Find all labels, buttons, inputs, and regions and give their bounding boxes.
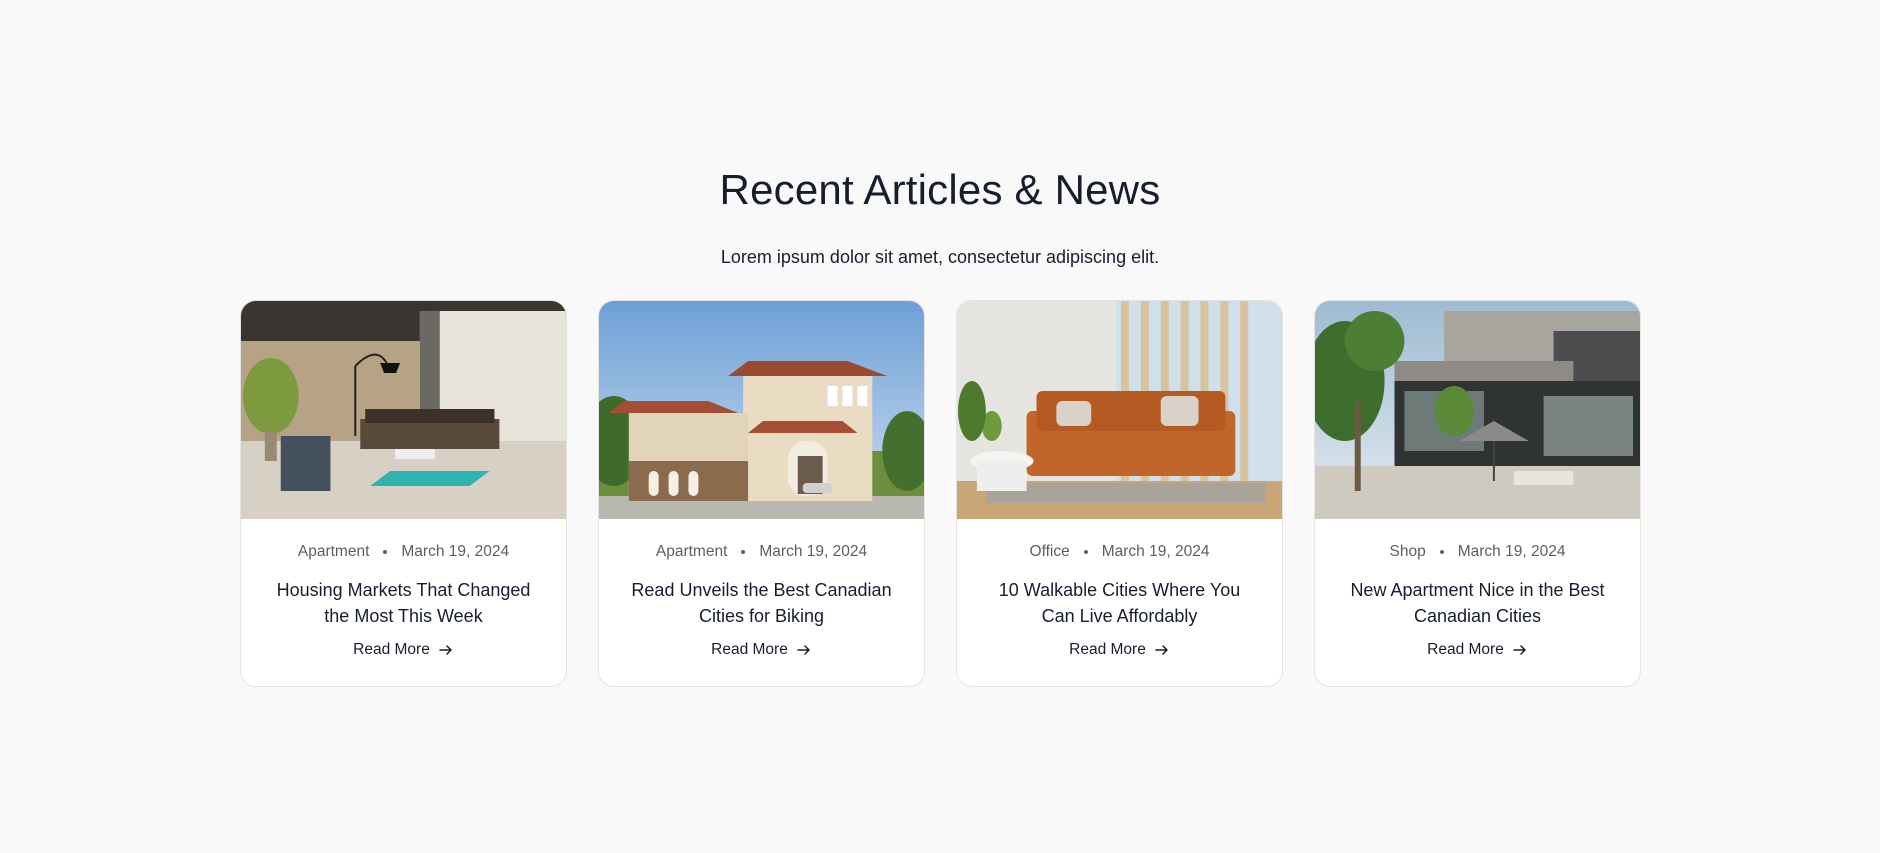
article-image-mansion[interactable] [599,301,924,519]
read-more-label: Read More [1427,641,1504,658]
separator-dot-icon [1083,550,1088,554]
article-title[interactable]: Housing Markets That Changed the Most Th… [269,577,539,629]
section-subtitle: Lorem ipsum dolor sit amet, consectetur … [720,247,1160,267]
read-more-link[interactable]: Read More [1069,641,1170,659]
recent-articles-section: Recent Articles & News Lorem ipsum dolor… [0,0,1880,853]
read-more-link[interactable]: Read More [1427,641,1528,659]
arrow-right-icon [1513,645,1526,655]
separator-dot-icon [1439,550,1444,554]
article-card[interactable]: Apartment March 19, 2024 Housing Markets… [240,300,567,687]
arrow-right-icon [797,645,810,655]
read-more-label: Read More [711,641,788,658]
article-image-orange-sofa[interactable] [957,301,1282,519]
article-card[interactable]: Office March 19, 2024 10 Walkable Cities… [956,300,1283,687]
read-more-label: Read More [1069,641,1146,658]
separator-dot-icon [383,550,388,554]
read-more-link[interactable]: Read More [353,641,454,659]
article-meta: Office March 19, 2024 [1030,543,1210,561]
article-card[interactable]: Apartment March 19, 2024 Read Unveils th… [598,300,925,687]
article-date: March 19, 2024 [1457,543,1566,560]
article-date: March 19, 2024 [759,543,868,560]
article-card-list: Apartment March 19, 2024 Housing Markets… [240,300,1641,687]
article-card[interactable]: Shop March 19, 2024 New Apartment Nice i… [1314,300,1641,687]
article-title[interactable]: 10 Walkable Cities Where You Can Live Af… [985,577,1255,629]
article-category[interactable]: Apartment [298,543,370,561]
read-more-label: Read More [353,641,430,658]
article-title[interactable]: Read Unveils the Best Canadian Cities fo… [627,577,897,629]
separator-dot-icon [741,550,746,554]
article-category[interactable]: Apartment [656,543,728,561]
article-meta: Shop March 19, 2024 [1390,543,1566,561]
arrow-right-icon [1155,645,1168,655]
article-title[interactable]: New Apartment Nice in the Best Canadian … [1343,577,1613,629]
article-image-living-room[interactable] [241,301,566,519]
section-heading: Recent Articles & News [719,166,1161,213]
read-more-link[interactable]: Read More [711,641,812,659]
article-date: March 19, 2024 [401,543,510,560]
article-image-modern-house[interactable] [1315,301,1640,519]
article-category[interactable]: Shop [1390,543,1426,561]
article-meta: Apartment March 19, 2024 [298,543,509,561]
arrow-right-icon [439,645,452,655]
article-date: March 19, 2024 [1101,543,1210,560]
article-meta: Apartment March 19, 2024 [656,543,867,561]
article-category[interactable]: Office [1030,543,1070,561]
